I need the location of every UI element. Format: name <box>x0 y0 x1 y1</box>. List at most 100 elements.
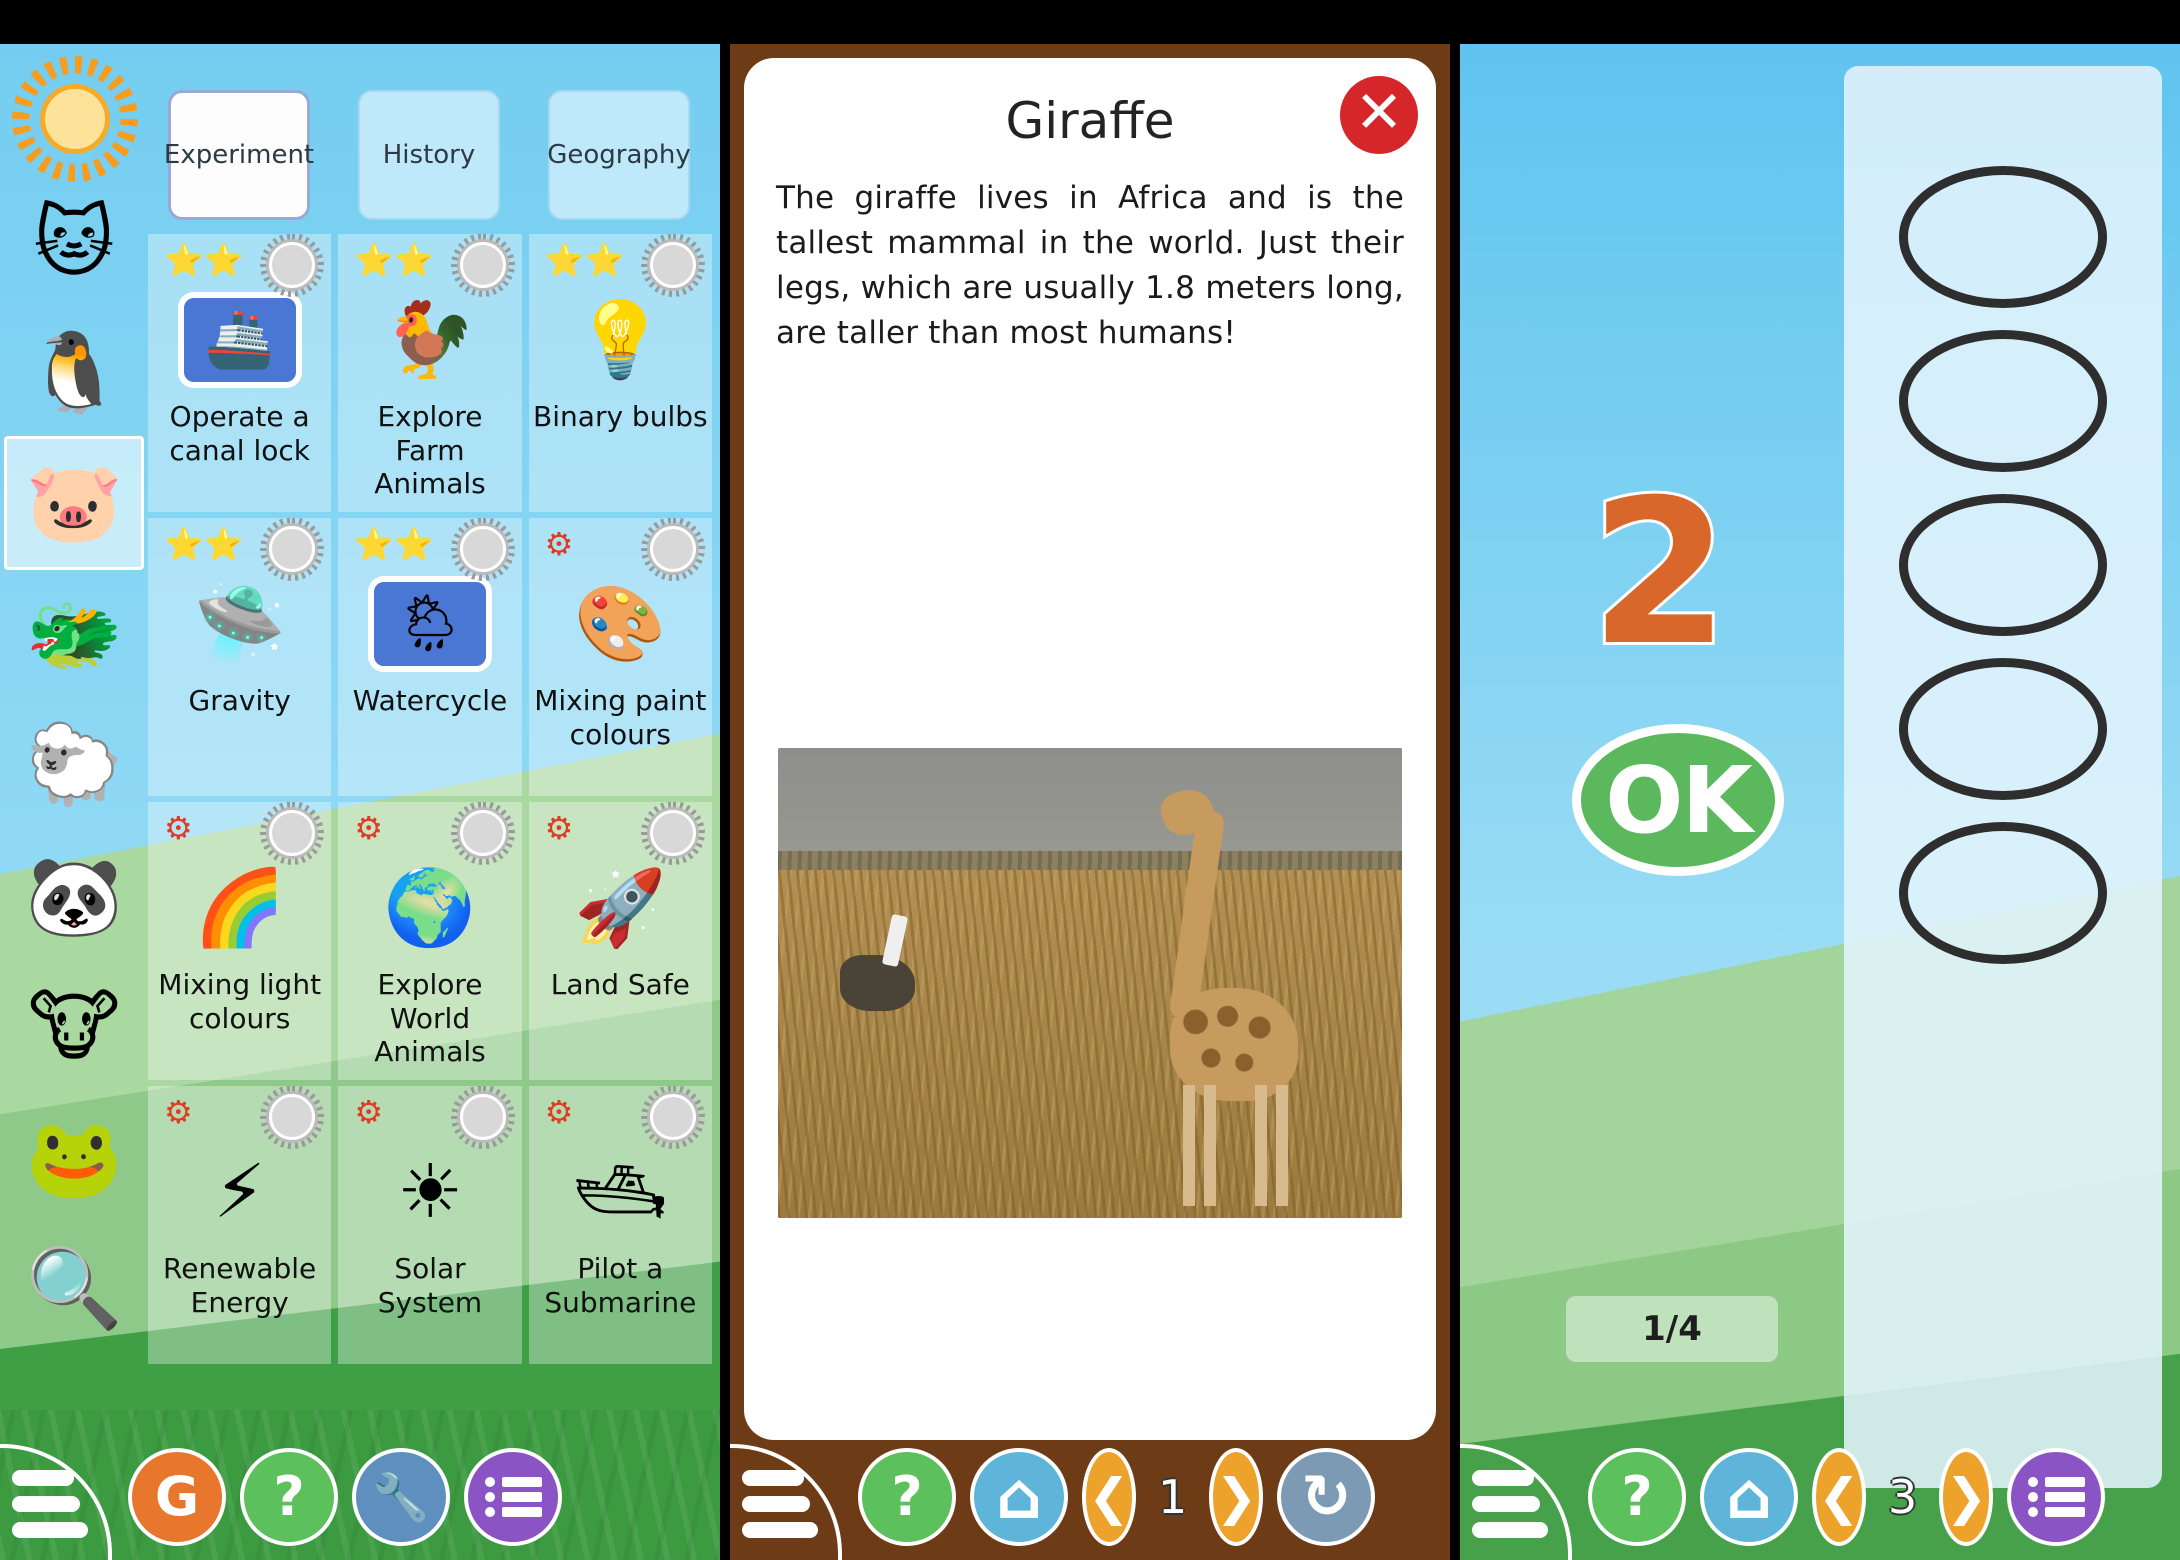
activity-label: Renewable Energy <box>163 1252 317 1319</box>
chevron-left-icon: ❮ <box>1088 1468 1130 1526</box>
submarine-art: 🛥 <box>573 1149 668 1235</box>
giraffe-card-panel: Giraffe ✕ The giraffe lives in Africa an… <box>730 0 1450 1560</box>
answer-slot[interactable] <box>1899 494 2107 636</box>
tab-geography[interactable]: Geography <box>547 90 691 220</box>
bottom-navbar-panel3: ? ⌂ ❮ 3 ❯ <box>1460 1412 2180 1560</box>
rail-item-science[interactable]: 🐷 <box>4 436 144 570</box>
answer-slot[interactable] <box>1899 658 2107 800</box>
hamburger-icon[interactable] <box>0 1444 112 1560</box>
star-badge-icon: ⭐⭐ <box>354 241 435 279</box>
activity-tile[interactable]: ⚙ 🌍 Explore World Animals <box>338 802 522 1080</box>
page-number: 3 <box>1888 1470 1918 1524</box>
magnifier-icon: 🔍 <box>25 1244 123 1334</box>
activity-tile[interactable]: ⚙ 🛥 Pilot a Submarine <box>528 1086 712 1364</box>
previous-button[interactable]: ❮ <box>1082 1448 1136 1546</box>
difficulty-sun-icon <box>459 242 506 288</box>
activity-label: Explore World Animals <box>374 968 486 1069</box>
chevron-right-icon: ❯ <box>1215 1468 1258 1526</box>
home-icon: ⌂ <box>996 1460 1042 1534</box>
gear-badge-icon: ⚙ <box>164 809 193 847</box>
panda-puzzle-icon: 🐼 <box>25 852 123 942</box>
activity-list-button[interactable] <box>464 1448 562 1546</box>
hamburger-icon[interactable] <box>1460 1444 1572 1560</box>
list-icon <box>2027 1472 2085 1522</box>
activity-label: Mixing light colours <box>158 968 322 1035</box>
watercycle-art: 🌦 <box>367 576 492 672</box>
science-pig-icon: 🐷 <box>25 458 123 548</box>
activity-tile[interactable]: ⭐⭐ 🌦 Watercycle <box>338 518 522 796</box>
activity-label: Solar System <box>377 1252 483 1319</box>
rail-item-math[interactable]: 🐑 <box>4 698 144 832</box>
question-mark-icon: ? <box>273 1465 305 1528</box>
activity-tile[interactable]: ⚙ ☀ Solar System <box>338 1086 522 1364</box>
close-icon: ✕ <box>1354 77 1404 146</box>
repeat-button[interactable]: ↻ <box>1277 1448 1376 1546</box>
next-button[interactable]: ❯ <box>1209 1448 1264 1546</box>
help-button[interactable]: ? <box>1588 1448 1686 1546</box>
status-bar-panel1 <box>0 0 720 44</box>
giraffe-illustration <box>1102 782 1314 1206</box>
activity-tile[interactable]: ⚙ 🌈 Mixing light colours <box>148 802 332 1080</box>
activity-menu-body: 🐱 🐧 🐷 🐲 🐑 🐼 🐮 🐸 🔍 Experiment History Geo… <box>0 44 720 1560</box>
activity-label: Binary bulbs <box>533 400 708 433</box>
counting-exercise-body: 2 OK 1/4 ? ⌂ ❮ 3 ❯ <box>1460 44 2180 1560</box>
rail-item-fun[interactable]: 🐧 <box>4 306 144 440</box>
next-button[interactable]: ❯ <box>1939 1448 1994 1546</box>
tab-experiment[interactable]: Experiment <box>164 90 314 220</box>
rail-item-reading[interactable]: 🐮 <box>4 960 144 1094</box>
gear-badge-icon: ⚙ <box>544 809 574 847</box>
rail-item-games[interactable]: 🐲 <box>4 568 144 702</box>
bottom-navbar-panel1: G ? 🔧 <box>0 1412 720 1560</box>
activity-tile[interactable]: ⭐⭐ 🐓 Explore Farm Animals <box>338 234 522 512</box>
mixing-light-art: 🌈 <box>193 865 286 951</box>
answer-slot[interactable] <box>1899 166 2107 308</box>
home-button[interactable]: ⌂ <box>1700 1448 1798 1546</box>
target-number: 2 <box>1587 457 1732 690</box>
activity-tile[interactable]: ⚙ 🚀 Land Safe <box>528 802 712 1080</box>
tab-history[interactable]: History <box>358 90 500 220</box>
sheep-numbers-icon: 🐑 <box>25 720 123 810</box>
nav-button-row: G ? 🔧 <box>128 1448 562 1546</box>
home-button[interactable]: ⌂ <box>970 1448 1068 1546</box>
activity-label: Explore Farm Animals <box>374 400 486 501</box>
difficulty-sun-icon <box>459 810 506 856</box>
question-mark-icon: ? <box>1621 1465 1653 1528</box>
answer-slot[interactable] <box>1899 822 2107 964</box>
help-button[interactable]: ? <box>240 1448 338 1546</box>
activity-label: Mixing paint colours <box>534 684 707 751</box>
config-button[interactable]: 🔧 <box>352 1448 450 1546</box>
rail-item-search[interactable]: 🔍 <box>4 1222 144 1356</box>
gear-badge-icon: ⚙ <box>544 525 574 563</box>
star-badge-icon: ⭐⭐ <box>164 241 244 279</box>
page-number: 1 <box>1158 1470 1188 1524</box>
tab-history-label: History <box>382 140 476 170</box>
close-button[interactable]: ✕ <box>1340 76 1418 154</box>
ok-button[interactable]: OK <box>1572 724 1784 876</box>
cow-abc-icon: 🐮 <box>27 982 121 1072</box>
rail-item-discovery[interactable]: 🐸 <box>4 1092 144 1226</box>
difficulty-sun-icon <box>459 526 506 572</box>
previous-button[interactable]: ❮ <box>1812 1448 1866 1546</box>
nav-button-row: ? ⌂ ❮ 1 ❯ ↻ <box>858 1448 1376 1546</box>
mixing-paint-art: 🎨 <box>574 581 667 667</box>
difficulty-sun-icon <box>269 1094 316 1140</box>
rail-item-computer[interactable]: 🐱 <box>4 176 144 310</box>
progress-counter: 1/4 <box>1566 1296 1778 1362</box>
rail-item-puzzle[interactable]: 🐼 <box>4 830 144 964</box>
activity-tile[interactable]: ⭐⭐ 🛸 Gravity <box>148 518 332 796</box>
activity-tile[interactable]: ⚙ ⚡ Renewable Energy <box>148 1086 332 1364</box>
gcompris-logo-button[interactable]: G <box>128 1448 226 1546</box>
activity-list-button[interactable] <box>2007 1448 2106 1546</box>
activity-tile[interactable]: ⚙ 🎨 Mixing paint colours <box>528 518 712 796</box>
answer-slot[interactable] <box>1899 330 2107 472</box>
activity-tile[interactable]: ⭐⭐ 💡 Binary bulbs <box>528 234 712 512</box>
gcompris-logo-label: G <box>154 1465 200 1528</box>
hamburger-icon[interactable] <box>730 1444 842 1560</box>
difficulty-sun-icon <box>269 526 316 572</box>
star-badge-icon: ⭐⭐ <box>354 525 435 563</box>
tab-experiment-label: Experiment <box>163 140 315 170</box>
star-badge-icon: ⭐⭐ <box>164 525 244 563</box>
activity-menu-panel: 🐱 🐧 🐷 🐲 🐑 🐼 🐮 🐸 🔍 Experiment History Geo… <box>0 0 720 1560</box>
help-button[interactable]: ? <box>858 1448 956 1546</box>
activity-tile[interactable]: ⭐⭐ 🚢 Operate a canal lock <box>148 234 332 512</box>
